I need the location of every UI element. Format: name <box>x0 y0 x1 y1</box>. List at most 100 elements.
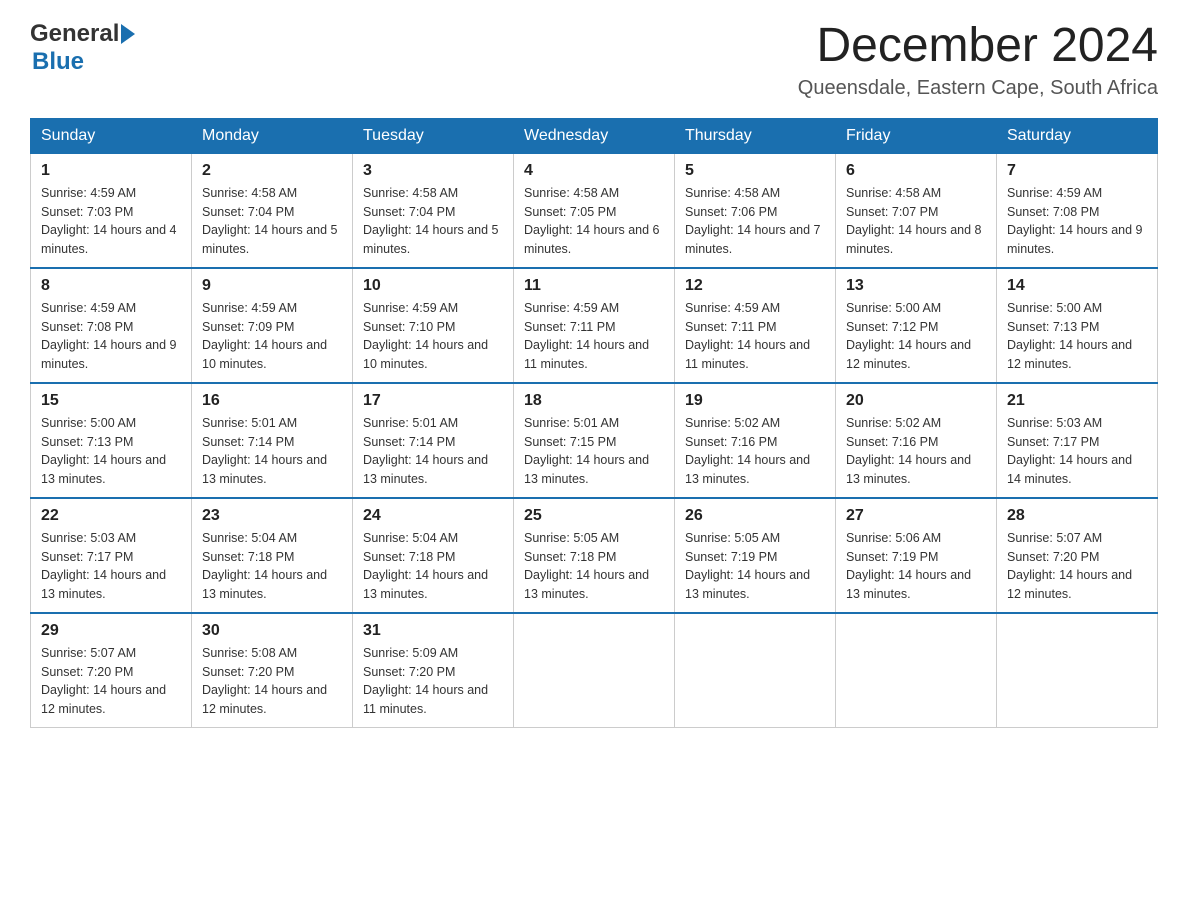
day-number: 30 <box>202 622 342 640</box>
calendar-week-row: 29Sunrise: 5:07 AMSunset: 7:20 PMDayligh… <box>31 613 1158 728</box>
calendar-day-cell: 17 Sunrise: 5:01 AMSunset: 7:14 PMDayligh… <box>353 383 514 498</box>
day-number: 6 <box>846 162 986 180</box>
day-info: Sunrise: 5:00 AMSunset: 7:12 PMDaylight:… <box>846 299 986 374</box>
title-block: December 2024 Queensdale, Eastern Cape, … <box>798 20 1158 100</box>
calendar-body: 1 Sunrise: 4:59 AMSunset: 7:03 PMDaylight… <box>31 153 1158 727</box>
calendar-week-row: 8 Sunrise: 4:59 AMSunset: 7:08 PMDaylight… <box>31 268 1158 383</box>
calendar-week-row: 22 Sunrise: 5:03 AMSunset: 7:17 PMDayligh… <box>31 498 1158 613</box>
calendar-day-cell: 3 Sunrise: 4:58 AMSunset: 7:04 PMDaylight… <box>353 153 514 268</box>
calendar-day-cell: 4 Sunrise: 4:58 AMSunset: 7:05 PMDaylight… <box>514 153 675 268</box>
day-number: 21 <box>1007 392 1147 410</box>
calendar-day-cell: 7 Sunrise: 4:59 AMSunset: 7:08 PMDaylight… <box>997 153 1158 268</box>
day-info: Sunrise: 5:07 AMSunset: 7:20 PMDaylight:… <box>1007 529 1147 604</box>
calendar-day-cell <box>675 613 836 728</box>
day-number: 10 <box>363 277 503 295</box>
day-info: Sunrise: 5:08 AMSunset: 7:20 PMDaylight:… <box>202 644 342 719</box>
day-info: Sunrise: 4:58 AMSunset: 7:07 PMDaylight:… <box>846 184 986 259</box>
weekday-sunday: Sunday <box>31 118 192 153</box>
day-info: Sunrise: 5:05 AMSunset: 7:19 PMDaylight:… <box>685 529 825 604</box>
day-info: Sunrise: 4:59 AMSunset: 7:03 PMDaylight:… <box>41 184 181 259</box>
logo-arrow-icon <box>121 24 135 44</box>
weekday-saturday: Saturday <box>997 118 1158 153</box>
day-info: Sunrise: 5:05 AMSunset: 7:18 PMDaylight:… <box>524 529 664 604</box>
page-header: General Blue December 2024 Queensdale, E… <box>30 20 1158 100</box>
day-info: Sunrise: 5:09 AMSunset: 7:20 PMDaylight:… <box>363 644 503 719</box>
day-number: 17 <box>363 392 503 410</box>
day-number: 26 <box>685 507 825 525</box>
calendar-day-cell: 21 Sunrise: 5:03 AMSunset: 7:17 PMDayligh… <box>997 383 1158 498</box>
day-number: 11 <box>524 277 664 295</box>
calendar-week-row: 1 Sunrise: 4:59 AMSunset: 7:03 PMDaylight… <box>31 153 1158 268</box>
day-info: Sunrise: 4:59 AMSunset: 7:11 PMDaylight:… <box>524 299 664 374</box>
day-info: Sunrise: 4:58 AMSunset: 7:04 PMDaylight:… <box>363 184 503 259</box>
day-number: 5 <box>685 162 825 180</box>
day-number: 16 <box>202 392 342 410</box>
day-info: Sunrise: 5:00 AMSunset: 7:13 PMDaylight:… <box>1007 299 1147 374</box>
day-number: 4 <box>524 162 664 180</box>
calendar-day-cell <box>997 613 1158 728</box>
day-number: 28 <box>1007 507 1147 525</box>
calendar-day-cell: 19Sunrise: 5:02 AMSunset: 7:16 PMDayligh… <box>675 383 836 498</box>
day-info: Sunrise: 4:58 AMSunset: 7:04 PMDaylight:… <box>202 184 342 259</box>
calendar-day-cell: 6 Sunrise: 4:58 AMSunset: 7:07 PMDaylight… <box>836 153 997 268</box>
day-number: 7 <box>1007 162 1147 180</box>
day-number: 25 <box>524 507 664 525</box>
day-info: Sunrise: 4:59 AMSunset: 7:08 PMDaylight:… <box>41 299 181 374</box>
day-info: Sunrise: 5:04 AMSunset: 7:18 PMDaylight:… <box>363 529 503 604</box>
calendar-day-cell: 31 Sunrise: 5:09 AMSunset: 7:20 PMDayligh… <box>353 613 514 728</box>
calendar-day-cell: 11 Sunrise: 4:59 AMSunset: 7:11 PMDayligh… <box>514 268 675 383</box>
weekday-friday: Friday <box>836 118 997 153</box>
calendar-day-cell: 18Sunrise: 5:01 AMSunset: 7:15 PMDayligh… <box>514 383 675 498</box>
calendar-day-cell: 30 Sunrise: 5:08 AMSunset: 7:20 PMDayligh… <box>192 613 353 728</box>
logo-blue-text: Blue <box>32 48 84 76</box>
calendar-day-cell: 27 Sunrise: 5:06 AMSunset: 7:19 PMDayligh… <box>836 498 997 613</box>
day-info: Sunrise: 5:03 AMSunset: 7:17 PMDaylight:… <box>41 529 181 604</box>
calendar-table: SundayMondayTuesdayWednesdayThursdayFrid… <box>30 118 1158 728</box>
day-info: Sunrise: 5:04 AMSunset: 7:18 PMDaylight:… <box>202 529 342 604</box>
day-info: Sunrise: 5:01 AMSunset: 7:14 PMDaylight:… <box>363 414 503 489</box>
day-number: 12 <box>685 277 825 295</box>
day-number: 29 <box>41 622 181 640</box>
calendar-day-cell: 9 Sunrise: 4:59 AMSunset: 7:09 PMDaylight… <box>192 268 353 383</box>
day-info: Sunrise: 4:59 AMSunset: 7:09 PMDaylight:… <box>202 299 342 374</box>
day-info: Sunrise: 5:01 AMSunset: 7:14 PMDaylight:… <box>202 414 342 489</box>
calendar-day-cell <box>836 613 997 728</box>
calendar-day-cell: 5 Sunrise: 4:58 AMSunset: 7:06 PMDaylight… <box>675 153 836 268</box>
logo: General Blue <box>30 20 135 76</box>
calendar-week-row: 15 Sunrise: 5:00 AMSunset: 7:13 PMDayligh… <box>31 383 1158 498</box>
day-info: Sunrise: 5:06 AMSunset: 7:19 PMDaylight:… <box>846 529 986 604</box>
day-info: Sunrise: 4:59 AMSunset: 7:10 PMDaylight:… <box>363 299 503 374</box>
calendar-day-cell: 12Sunrise: 4:59 AMSunset: 7:11 PMDayligh… <box>675 268 836 383</box>
month-title: December 2024 <box>798 20 1158 73</box>
day-number: 27 <box>846 507 986 525</box>
calendar-day-cell: 13 Sunrise: 5:00 AMSunset: 7:12 PMDayligh… <box>836 268 997 383</box>
calendar-day-cell: 28 Sunrise: 5:07 AMSunset: 7:20 PMDayligh… <box>997 498 1158 613</box>
day-number: 15 <box>41 392 181 410</box>
day-number: 24 <box>363 507 503 525</box>
day-info: Sunrise: 4:59 AMSunset: 7:08 PMDaylight:… <box>1007 184 1147 259</box>
weekday-thursday: Thursday <box>675 118 836 153</box>
day-number: 3 <box>363 162 503 180</box>
day-number: 31 <box>363 622 503 640</box>
day-number: 1 <box>41 162 181 180</box>
day-info: Sunrise: 4:58 AMSunset: 7:06 PMDaylight:… <box>685 184 825 259</box>
day-info: Sunrise: 5:00 AMSunset: 7:13 PMDaylight:… <box>41 414 181 489</box>
day-info: Sunrise: 5:02 AMSunset: 7:16 PMDaylight:… <box>685 414 825 489</box>
weekday-header-row: SundayMondayTuesdayWednesdayThursdayFrid… <box>31 118 1158 153</box>
calendar-day-cell: 24 Sunrise: 5:04 AMSunset: 7:18 PMDayligh… <box>353 498 514 613</box>
day-info: Sunrise: 5:02 AMSunset: 7:16 PMDaylight:… <box>846 414 986 489</box>
weekday-monday: Monday <box>192 118 353 153</box>
weekday-wednesday: Wednesday <box>514 118 675 153</box>
location-title: Queensdale, Eastern Cape, South Africa <box>798 77 1158 100</box>
day-info: Sunrise: 5:03 AMSunset: 7:17 PMDaylight:… <box>1007 414 1147 489</box>
calendar-day-cell: 14Sunrise: 5:00 AMSunset: 7:13 PMDayligh… <box>997 268 1158 383</box>
day-number: 13 <box>846 277 986 295</box>
day-number: 22 <box>41 507 181 525</box>
calendar-day-cell: 26 Sunrise: 5:05 AMSunset: 7:19 PMDayligh… <box>675 498 836 613</box>
calendar-day-cell: 16 Sunrise: 5:01 AMSunset: 7:14 PMDayligh… <box>192 383 353 498</box>
day-number: 9 <box>202 277 342 295</box>
day-info: Sunrise: 4:58 AMSunset: 7:05 PMDaylight:… <box>524 184 664 259</box>
day-number: 8 <box>41 277 181 295</box>
day-number: 2 <box>202 162 342 180</box>
calendar-day-cell: 23Sunrise: 5:04 AMSunset: 7:18 PMDayligh… <box>192 498 353 613</box>
